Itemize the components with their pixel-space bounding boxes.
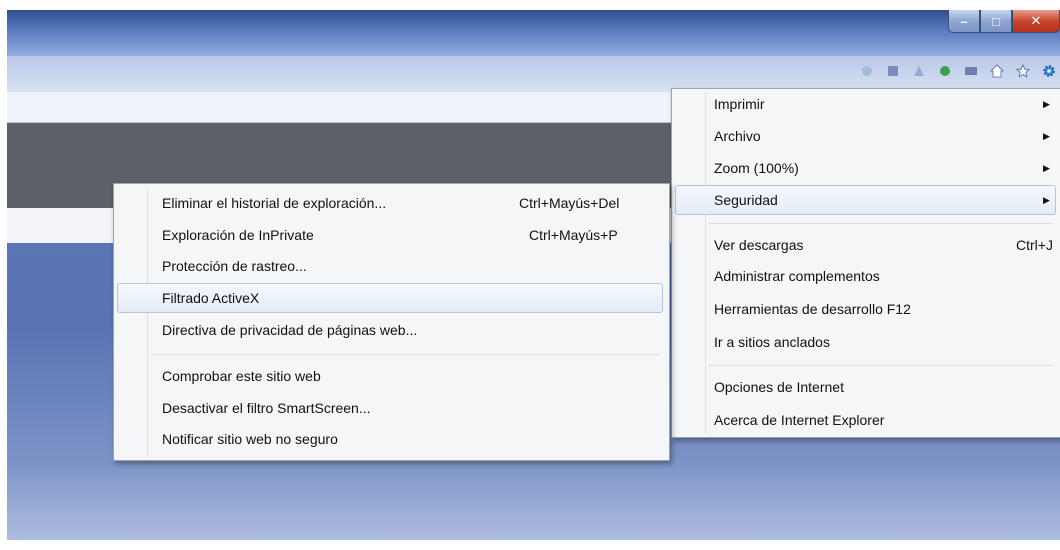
- menu-item-label: Filtrado ActiveX: [162, 290, 260, 306]
- menu-item-label: Administrar complementos: [714, 268, 880, 284]
- menu-item-shortcut: Ctrl+Mayús+P: [529, 227, 618, 243]
- menu-item-label: Zoom (100%): [714, 160, 799, 176]
- menu-item-herramientas-f12[interactable]: Herramientas de desarrollo F12: [675, 294, 1056, 324]
- menu-item-seguridad[interactable]: Seguridad ▶: [675, 185, 1056, 215]
- submenu-item-inprivate[interactable]: Exploración de InPrivate Ctrl+Mayús+P: [117, 220, 663, 250]
- menu-item-label: Acerca de Internet Explorer: [714, 412, 885, 428]
- menu-item-shortcut: Ctrl+J: [1016, 237, 1053, 253]
- menu-item-ver-descargas[interactable]: Ver descargas Ctrl+J: [675, 230, 1056, 260]
- menu-item-label: Ir a sitios anclados: [714, 334, 830, 350]
- menu-item-label: Eliminar el historial de exploración...: [162, 195, 387, 211]
- menu-item-label: Comprobar este sitio web: [162, 368, 321, 384]
- submenu-arrow-icon: ▶: [1043, 194, 1050, 205]
- toolbar-faded-icon: [862, 66, 872, 76]
- submenu-item-filtrado-activex[interactable]: Filtrado ActiveX: [117, 283, 663, 313]
- submenu-arrow-icon: ▶: [1043, 98, 1050, 109]
- menu-item-opciones-internet[interactable]: Opciones de Internet: [675, 372, 1056, 402]
- maximize-button[interactable]: □: [980, 10, 1012, 33]
- submenu-item-smartscreen[interactable]: Desactivar el filtro SmartScreen...: [117, 393, 663, 423]
- tools-gear-icon[interactable]: [1042, 64, 1056, 78]
- menu-item-label: Opciones de Internet: [714, 379, 844, 395]
- submenu-arrow-icon: ▶: [1043, 130, 1050, 141]
- submenu-item-comprobar-sitio[interactable]: Comprobar este sitio web: [117, 361, 663, 391]
- close-icon: ✕: [1030, 13, 1042, 28]
- menu-item-label: Imprimir: [714, 96, 765, 112]
- menu-item-acerca-de[interactable]: Acerca de Internet Explorer: [675, 405, 1056, 435]
- menu-separator: [708, 365, 1053, 366]
- submenu-item-eliminar-historial[interactable]: Eliminar el historial de exploración... …: [117, 188, 663, 218]
- submenu-item-proteccion-rastreo[interactable]: Protección de rastreo...: [117, 251, 663, 281]
- submenu-item-directiva-privacidad[interactable]: Directiva de privacidad de páginas web..…: [117, 315, 663, 345]
- menu-separator: [150, 354, 660, 355]
- menu-item-label: Herramientas de desarrollo F12: [714, 301, 911, 317]
- title-bar: – □ ✕: [7, 10, 1060, 56]
- menu-item-label: Protección de rastreo...: [162, 258, 307, 274]
- maximize-icon: □: [992, 13, 1000, 29]
- toolbar-faded-icon: [888, 66, 898, 76]
- window-controls: – □ ✕: [948, 10, 1060, 33]
- toolbar-faded-icon: [965, 67, 977, 75]
- toolbar-green-icon: [940, 66, 950, 76]
- security-submenu: Eliminar el historial de exploración... …: [113, 183, 670, 461]
- menu-item-shortcut: Ctrl+Mayús+Del: [519, 195, 620, 211]
- menu-item-sitios-anclados[interactable]: Ir a sitios anclados: [675, 327, 1056, 357]
- home-icon[interactable]: [990, 64, 1004, 78]
- minimize-button[interactable]: –: [948, 10, 980, 33]
- command-toolbar: [7, 56, 1060, 92]
- menu-item-administrar-complementos[interactable]: Administrar complementos: [675, 261, 1056, 291]
- menu-item-imprimir[interactable]: Imprimir ▶: [675, 89, 1056, 119]
- menu-item-label: Exploración de InPrivate: [162, 227, 314, 243]
- minimize-icon: –: [960, 13, 968, 29]
- menu-item-label: Notificar sitio web no seguro: [162, 431, 338, 447]
- toolbar-faded-icon: [914, 66, 924, 76]
- menu-separator: [708, 223, 1053, 224]
- menu-item-zoom[interactable]: Zoom (100%) ▶: [675, 153, 1056, 183]
- menu-item-label: Seguridad: [714, 192, 778, 208]
- menu-item-label: Archivo: [714, 128, 761, 144]
- submenu-item-notificar-sitio[interactable]: Notificar sitio web no seguro: [117, 424, 663, 454]
- menu-item-label: Ver descargas: [714, 237, 804, 253]
- menu-item-label: Desactivar el filtro SmartScreen...: [162, 400, 371, 416]
- favorites-star-icon[interactable]: [1016, 64, 1030, 78]
- tools-menu: Imprimir ▶ Archivo ▶ Zoom (100%) ▶ Segur…: [671, 88, 1060, 438]
- close-button[interactable]: ✕: [1012, 10, 1060, 33]
- menu-item-label: Directiva de privacidad de páginas web..…: [162, 322, 418, 338]
- submenu-arrow-icon: ▶: [1043, 162, 1050, 173]
- menu-item-archivo[interactable]: Archivo ▶: [675, 121, 1056, 151]
